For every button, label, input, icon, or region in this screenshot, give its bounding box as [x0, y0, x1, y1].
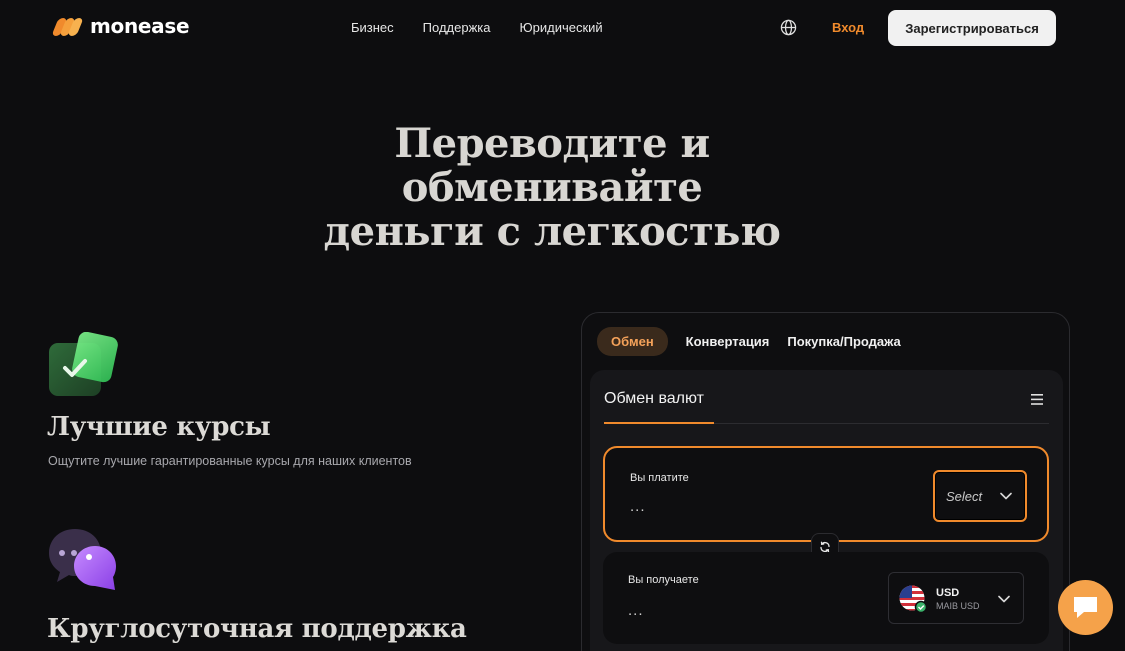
pay-box: Вы платите ... Select [603, 446, 1049, 542]
chevron-down-icon [1000, 492, 1012, 500]
pay-amount-input[interactable]: ... [630, 498, 646, 515]
main-nav: Бизнес Поддержка Юридический [351, 20, 603, 35]
us-flag-icon [899, 585, 927, 613]
feature-desc-rates: Ощутите лучшие гарантированные курсы для… [48, 454, 412, 468]
chat-bubbles-icon [49, 529, 116, 590]
pay-currency-select[interactable]: Select [933, 470, 1027, 522]
receive-box: Вы получаете ... USD MAIB USD [603, 552, 1049, 644]
logo-icon [51, 15, 84, 37]
login-link[interactable]: Вход [832, 20, 864, 35]
chevron-down-icon [998, 595, 1010, 603]
tab-buy-sell[interactable]: Покупка/Продажа [787, 327, 900, 356]
tab-conversion[interactable]: Конвертация [686, 327, 770, 356]
menu-icon[interactable] [1031, 394, 1043, 405]
nav-item-support[interactable]: Поддержка [423, 20, 491, 35]
globe-icon[interactable] [780, 19, 797, 36]
select-label: Select [946, 489, 983, 504]
feature-title-support: Круглосуточная поддержка [47, 614, 467, 644]
hero-line-2: обменивайте [401, 164, 703, 211]
widget-tabs: Обмен Конвертация Покупка/Продажа [597, 327, 901, 356]
nav-item-business[interactable]: Бизнес [351, 20, 394, 35]
exchange-panel: Обмен валют Вы платите ... Select Вы пол… [590, 370, 1063, 651]
hero-title: Переводите и обменивайте деньги с легкос… [0, 122, 1104, 254]
currency-code: USD [936, 587, 960, 599]
header: monease Бизнес Поддержка Юридический Вхо… [0, 0, 1125, 56]
nav-item-legal[interactable]: Юридический [520, 20, 603, 35]
panel-title-underline [604, 422, 714, 424]
exchange-widget: Обмен Конвертация Покупка/Продажа Обмен … [581, 312, 1070, 651]
hero-line-1: Переводите и [394, 120, 710, 167]
brand-logo[interactable]: monease [51, 14, 190, 38]
panel-title: Обмен валют [604, 390, 704, 407]
receive-currency-select[interactable]: USD MAIB USD [888, 572, 1024, 624]
tab-exchange[interactable]: Обмен [597, 327, 668, 356]
check-badge-icon [49, 332, 118, 396]
register-button[interactable]: Зарегистрироваться [888, 10, 1056, 46]
brand-name: monease [90, 14, 190, 38]
chat-icon [1074, 597, 1097, 618]
currency-subtitle: MAIB USD [936, 601, 980, 611]
receive-amount: ... [628, 602, 644, 619]
feature-title-rates: Лучшие курсы [47, 412, 271, 442]
hero-line-3: деньги с легкостью [323, 208, 781, 255]
pay-label: Вы платите [630, 472, 689, 484]
receive-label: Вы получаете [628, 574, 699, 586]
chat-support-button[interactable] [1058, 580, 1113, 635]
